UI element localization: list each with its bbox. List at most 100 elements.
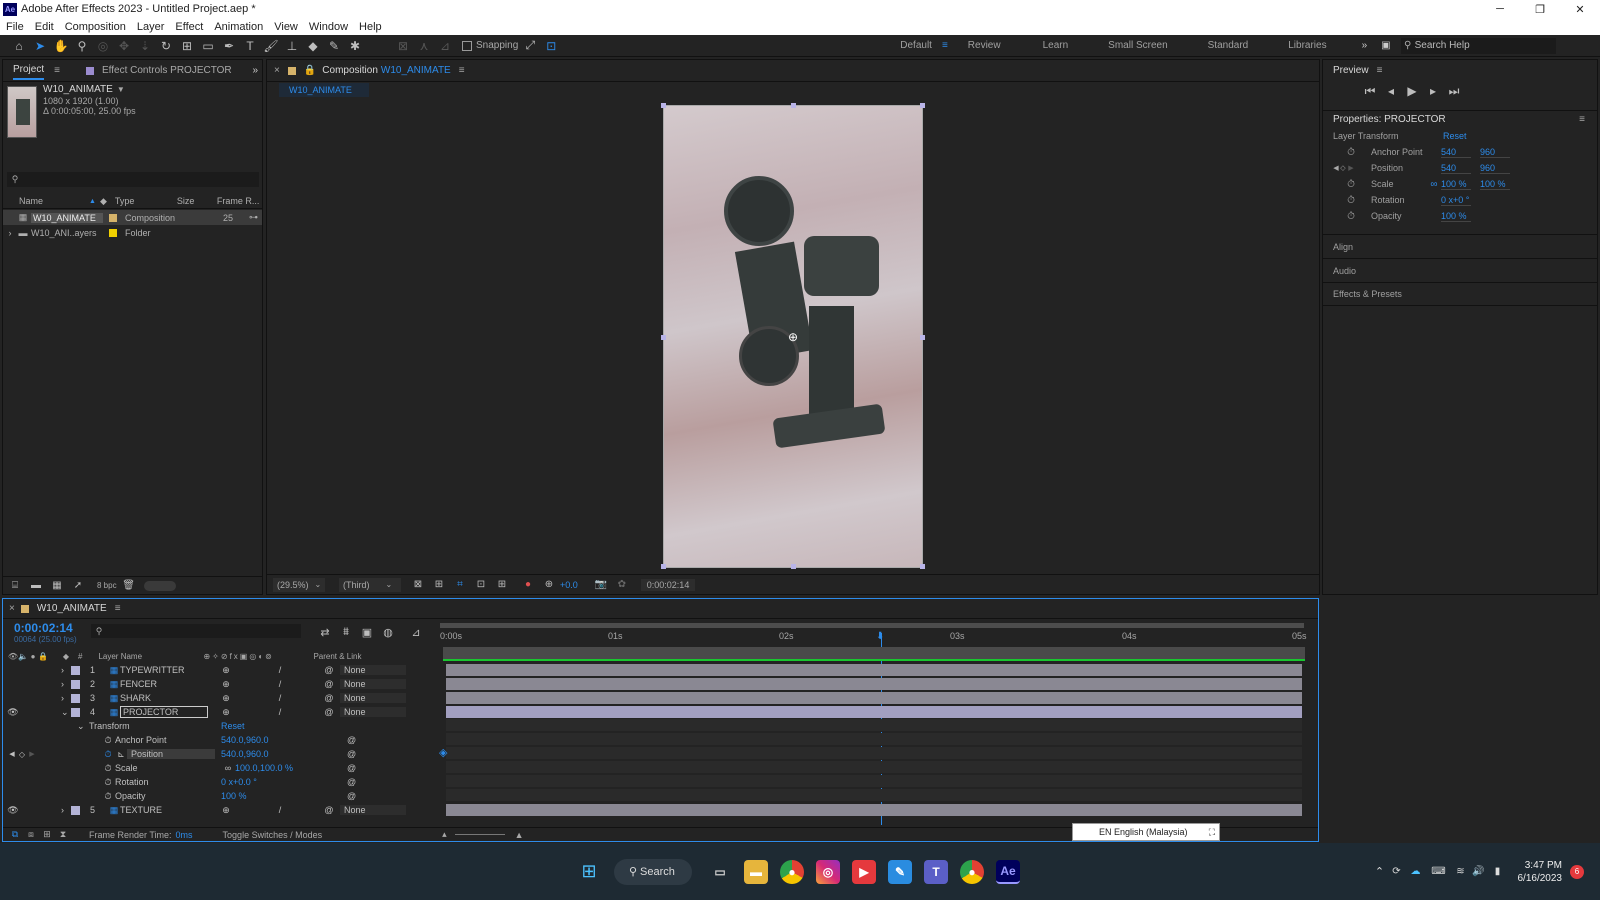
flowchart-icon[interactable]: ⊶ xyxy=(249,212,258,223)
playhead-marker-icon[interactable]: ⬇ xyxy=(876,631,884,642)
prop-value[interactable]: 0 x+0 ° xyxy=(1441,195,1471,206)
collapse-transform-icon[interactable]: ⊕ xyxy=(214,693,238,704)
panel-align[interactable]: Align xyxy=(1323,234,1597,258)
lock-icon[interactable]: 🔒 xyxy=(304,65,316,76)
workspace-standard[interactable]: Standard xyxy=(1208,40,1249,51)
color-management-icon[interactable]: ⊕ xyxy=(540,576,558,594)
col-frame-rate[interactable]: Frame R... xyxy=(217,196,260,206)
search-help-input[interactable]: Search Help xyxy=(1415,40,1470,51)
sort-up-icon[interactable]: ▲ xyxy=(89,198,96,205)
type-tool-icon[interactable]: T xyxy=(241,37,259,55)
timeline-search[interactable]: ⚲ xyxy=(91,624,301,638)
chevron-up-icon[interactable]: ⌃ xyxy=(1372,865,1388,878)
zoom-tool-icon[interactable]: ⚲ xyxy=(73,37,91,55)
anchor-point-icon[interactable]: ⊕ xyxy=(788,330,798,344)
workspace-small-screen[interactable]: Small Screen xyxy=(1108,40,1167,51)
tab-composition-name[interactable]: W10_ANIMATE xyxy=(381,65,451,76)
expression-pickwhip-icon[interactable]: @ xyxy=(347,791,356,801)
prop-value[interactable]: 960 xyxy=(1480,163,1510,174)
stopwatch-icon[interactable]: ⏱ xyxy=(101,763,115,774)
parent-dropdown[interactable]: None xyxy=(340,665,406,675)
quality-switch-icon[interactable]: / xyxy=(238,665,322,675)
handle[interactable] xyxy=(920,335,925,340)
zoom-in-icon[interactable]: ▲ xyxy=(515,830,524,840)
file-explorer-icon[interactable]: ▬ xyxy=(744,859,768,884)
menu-help[interactable]: Help xyxy=(359,21,382,33)
layer-track-bar[interactable] xyxy=(446,692,1302,704)
properties-menu-icon[interactable]: ≡ xyxy=(1579,114,1585,125)
audio-switch-icon[interactable]: 🔈 xyxy=(18,652,28,661)
first-frame-icon[interactable]: ⏮ xyxy=(1361,82,1379,100)
prop-value[interactable]: 540 xyxy=(1441,163,1471,174)
time-ruler[interactable]: 0:00s 01s 02s 03s 04s 05s xyxy=(440,621,1307,645)
stopwatch-icon[interactable]: ⏱ xyxy=(101,791,115,802)
wifi-icon[interactable]: ≋ xyxy=(1452,866,1470,877)
region-of-interest-icon[interactable]: ⊡ xyxy=(472,576,490,594)
project-zoom-slider[interactable] xyxy=(143,580,176,591)
video-switch-icon[interactable]: 👁 xyxy=(8,652,18,661)
resolution-dropdown[interactable]: (Third) ⌄ xyxy=(339,577,401,592)
fast-preview-icon[interactable]: ⊠ xyxy=(409,576,427,594)
stopwatch-icon[interactable]: ⏱ xyxy=(1345,147,1357,158)
grid-guides-icon[interactable]: ⊞ xyxy=(493,576,511,594)
layer-row[interactable]: › 3 ▦ SHARK ⊕ / @ None xyxy=(3,691,440,705)
stopwatch-active-icon[interactable]: ⏱ xyxy=(101,749,115,760)
pan-behind-tool-icon[interactable]: ⊞ xyxy=(178,37,196,55)
handle[interactable] xyxy=(791,564,796,569)
new-folder-icon[interactable]: ▬ xyxy=(27,577,45,595)
onedrive-icon[interactable]: ☁ xyxy=(1406,866,1426,877)
layer-switches-icon[interactable]: ⧉ xyxy=(7,829,23,840)
lock-switch-icon[interactable]: 🔒 xyxy=(38,652,48,661)
panel-effects-presets[interactable]: Effects & Presets xyxy=(1323,282,1597,306)
menu-window[interactable]: Window xyxy=(309,21,348,33)
col-layer-name[interactable]: Layer Name xyxy=(98,652,203,661)
tab-effect-controls[interactable]: Effect Controls PROJECTOR xyxy=(102,65,232,76)
task-view-icon[interactable]: ▭ xyxy=(708,860,732,884)
col-name[interactable]: Name xyxy=(19,196,89,206)
expression-pickwhip-icon[interactable]: @ xyxy=(347,735,356,745)
collapse-transform-icon[interactable]: ⊕ xyxy=(214,665,238,676)
stopwatch-icon[interactable]: ⏱ xyxy=(1345,195,1357,206)
rotate-tool-icon[interactable]: ↻ xyxy=(157,37,175,55)
snapshot-icon[interactable]: 📷 xyxy=(592,576,610,594)
parent-dropdown[interactable]: None xyxy=(340,679,406,689)
quality-switch-icon[interactable]: / xyxy=(238,805,322,815)
transform-prop-row[interactable]: ⏱ Rotation 0 x+0.0 ° @ xyxy=(3,775,440,789)
selection-tool-icon[interactable]: ➤ xyxy=(31,37,49,55)
chevron-down-icon[interactable]: ▼ xyxy=(117,85,125,94)
keyframe-diamond-icon[interactable]: ◈ xyxy=(439,746,447,759)
comp-viewer[interactable]: ⊕ xyxy=(267,98,1319,574)
transform-group-row[interactable]: ⌄ Transform Reset xyxy=(3,719,440,733)
parent-dropdown[interactable]: None xyxy=(340,693,406,703)
menu-effect[interactable]: Effect xyxy=(175,21,203,33)
last-frame-icon[interactable]: ⏭ xyxy=(1445,82,1463,100)
transform-prop-row[interactable]: ⏱ Opacity 100 % @ xyxy=(3,789,440,803)
project-menu-icon[interactable]: ≡ xyxy=(54,65,60,76)
collapse-transform-icon[interactable]: ⊕ xyxy=(214,679,238,690)
prop-value[interactable]: 100 % xyxy=(1441,179,1471,190)
handle[interactable] xyxy=(791,103,796,108)
language-options-icon[interactable]: ⛶ xyxy=(1209,827,1215,838)
keyframe-diamond-icon[interactable]: ◇ xyxy=(16,750,28,759)
notification-badge[interactable]: 6 xyxy=(1570,864,1584,879)
snap-grid-icon[interactable]: ⊡ xyxy=(542,37,560,55)
pickwhip-icon[interactable]: @ xyxy=(322,665,336,675)
trash-icon[interactable]: 🗑 xyxy=(120,577,138,595)
layer-row-selected[interactable]: 👁 ⌄ 4 ▦ PROJECTOR ⊕ / @ None xyxy=(3,705,440,719)
keyframe-nav-left-icon[interactable]: ◀ xyxy=(8,750,16,758)
expression-pickwhip-icon[interactable]: @ xyxy=(347,777,356,787)
project-search[interactable]: ⚲ xyxy=(7,172,259,187)
panel-overflow-icon[interactable]: » xyxy=(252,65,258,76)
windows-start-icon[interactable]: ⊞ xyxy=(578,861,600,883)
pickwhip-icon[interactable]: @ xyxy=(322,679,336,689)
workspace-overflow-icon[interactable]: » xyxy=(1362,40,1368,51)
search-help[interactable]: ⚲ Search Help xyxy=(1400,37,1556,54)
handle[interactable] xyxy=(920,103,925,108)
comp-flowchart-icon[interactable]: ⇄ xyxy=(316,623,334,641)
preview-menu-icon[interactable]: ≡ xyxy=(1377,65,1383,76)
prop-value[interactable]: 100.0,100.0 % xyxy=(235,763,347,773)
prop-value[interactable]: 540.0,960.0 xyxy=(221,749,347,759)
layer-row[interactable]: 👁 › 5 ▦ TEXTURE ⊕ / @ None xyxy=(3,803,440,817)
play-icon[interactable]: ▶ xyxy=(1403,82,1421,100)
workspace-default[interactable]: Default xyxy=(900,40,932,51)
